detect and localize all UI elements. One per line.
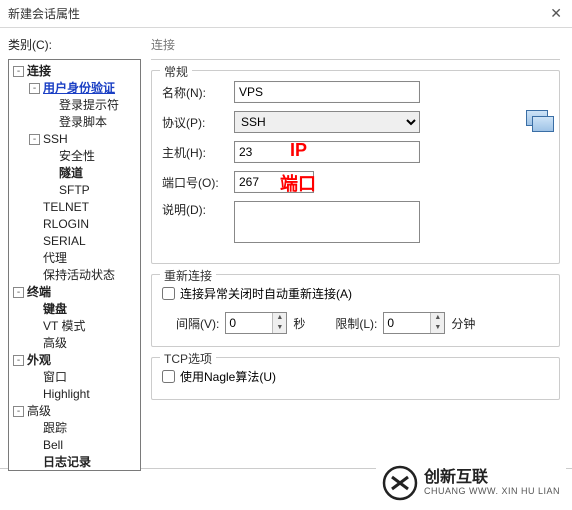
tree-node-label: SSH [43, 132, 68, 146]
desc-label: 说明(D): [162, 201, 234, 218]
protocol-label: 协议(P): [162, 114, 234, 131]
tree-node[interactable]: TELNET [9, 199, 140, 216]
desc-textarea[interactable] [234, 201, 420, 243]
tree-node-label: 高级 [43, 336, 67, 350]
expand-icon[interactable]: - [13, 406, 24, 417]
limit-label: 限制(L): [335, 315, 377, 332]
tree-node-label: 保持活动状态 [43, 268, 115, 282]
tree-node[interactable]: 日志记录 [9, 454, 140, 471]
expand-icon[interactable]: - [29, 83, 40, 94]
interval-label: 间隔(V): [176, 315, 219, 332]
reconnect-legend: 重新连接 [160, 267, 216, 284]
auto-reconnect-checkbox[interactable] [162, 287, 175, 300]
expand-icon[interactable]: - [29, 134, 40, 145]
tree-node-label: 用户身份验证 [43, 81, 115, 95]
tree-node[interactable]: 代理 [9, 250, 140, 267]
tree-node[interactable]: 跟踪 [9, 420, 140, 437]
tree-node-label: 高级 [27, 404, 51, 418]
tree-node-label: 跟踪 [43, 421, 67, 435]
tree-node-label: RLOGIN [43, 217, 89, 231]
tree-node[interactable]: -外观 [9, 352, 140, 369]
tree-node-label: 登录提示符 [59, 98, 119, 112]
interval-input[interactable] [226, 313, 272, 333]
titlebar: 新建会话属性 ✕ [0, 0, 572, 28]
tree-node-label: 连接 [27, 64, 51, 78]
tree-node[interactable]: 登录脚本 [9, 114, 140, 131]
tree-node[interactable]: 窗口 [9, 369, 140, 386]
group-tcp: TCP选项 使用Nagle算法(U) [151, 357, 560, 400]
host-input[interactable] [234, 141, 420, 163]
tree-node[interactable]: -用户身份验证 [9, 80, 140, 97]
tree-node-label: TELNET [43, 200, 89, 214]
tree-node[interactable]: -连接 [9, 63, 140, 80]
brand-cn: 创新互联 [424, 469, 560, 487]
port-label: 端口号(O): [162, 174, 234, 191]
tree-node[interactable]: RLOGIN [9, 216, 140, 233]
nagle-checkbox[interactable] [162, 370, 175, 383]
content-area: 类别(C): -连接-用户身份验证登录提示符登录脚本-SSH安全性隧道SFTPT… [0, 28, 572, 468]
tree-node[interactable]: 安全性 [9, 148, 140, 165]
tree-node-label: 登录脚本 [59, 115, 107, 129]
logo-mark-icon [382, 465, 418, 501]
nagle-label: 使用Nagle算法(U) [180, 368, 276, 385]
tree-node[interactable]: Highlight [9, 386, 140, 403]
port-input[interactable] [234, 171, 314, 193]
limit-input[interactable] [384, 313, 430, 333]
main-panel: 连接 常规 名称(N): 协议(P): SSH 主机(H): IP 端 [145, 28, 572, 468]
expand-icon[interactable]: - [13, 287, 24, 298]
expand-icon[interactable]: - [13, 66, 24, 77]
tree-node[interactable]: -SSH [9, 131, 140, 148]
group-reconnect: 重新连接 连接异常关闭时自动重新连接(A) 间隔(V): ▲▼ 秒 限制(L):… [151, 274, 560, 347]
tree-node[interactable]: 隧道 [9, 165, 140, 182]
tree-node-label: Bell [43, 438, 63, 452]
tree-node-label: 键盘 [43, 302, 67, 316]
brand-en: CHUANG WWW. XIN HU LIAN [424, 487, 560, 497]
limit-spinner[interactable]: ▲▼ [383, 312, 445, 334]
panel-title: 连接 [151, 36, 560, 60]
tree-node[interactable]: -终端 [9, 284, 140, 301]
tree-node[interactable]: 登录提示符 [9, 97, 140, 114]
category-label: 类别(C): [8, 36, 141, 53]
tree-node-label: 外观 [27, 353, 51, 367]
tree-node[interactable]: VT 模式 [9, 318, 140, 335]
tree-node-label: 日志记录 [43, 455, 91, 469]
name-label: 名称(N): [162, 84, 234, 101]
close-icon[interactable]: ✕ [550, 5, 562, 22]
interval-spinner[interactable]: ▲▼ [225, 312, 287, 334]
sidebar: 类别(C): -连接-用户身份验证登录提示符登录脚本-SSH安全性隧道SFTPT… [0, 28, 145, 468]
general-legend: 常规 [160, 63, 192, 80]
category-tree[interactable]: -连接-用户身份验证登录提示符登录脚本-SSH安全性隧道SFTPTELNETRL… [8, 59, 141, 471]
window-title: 新建会话属性 [8, 5, 80, 22]
expand-icon[interactable]: - [13, 355, 24, 366]
tree-node-label: 安全性 [59, 149, 95, 163]
tree-node-label: 隧道 [59, 166, 83, 180]
group-general: 常规 名称(N): 协议(P): SSH 主机(H): IP 端口号(O): 端… [151, 70, 560, 264]
seconds-label: 秒 [293, 315, 305, 332]
tree-node-label: 终端 [27, 285, 51, 299]
tree-node-label: SERIAL [43, 234, 86, 248]
tree-node-label: VT 模式 [43, 319, 85, 333]
tree-node[interactable]: SERIAL [9, 233, 140, 250]
spinner-buttons[interactable]: ▲▼ [430, 313, 444, 333]
host-label: 主机(H): [162, 144, 234, 161]
tree-node-label: SFTP [59, 183, 90, 197]
tree-node[interactable]: Bell [9, 437, 140, 454]
tree-node-label: 窗口 [43, 370, 67, 384]
tree-node[interactable]: 保持活动状态 [9, 267, 140, 284]
tree-node-label: 代理 [43, 251, 67, 265]
tree-node[interactable]: 键盘 [9, 301, 140, 318]
auto-reconnect-label: 连接异常关闭时自动重新连接(A) [180, 285, 352, 302]
tree-node[interactable]: 高级 [9, 335, 140, 352]
tree-node[interactable]: SFTP [9, 182, 140, 199]
brand-logo: 创新互联 CHUANG WWW. XIN HU LIAN [376, 462, 566, 504]
spinner-buttons[interactable]: ▲▼ [272, 313, 286, 333]
tcp-legend: TCP选项 [160, 350, 216, 367]
tree-node[interactable]: -高级 [9, 403, 140, 420]
minutes-label: 分钟 [451, 315, 475, 332]
name-input[interactable] [234, 81, 420, 103]
protocol-select[interactable]: SSH [234, 111, 420, 133]
tree-node-label: Highlight [43, 387, 90, 401]
